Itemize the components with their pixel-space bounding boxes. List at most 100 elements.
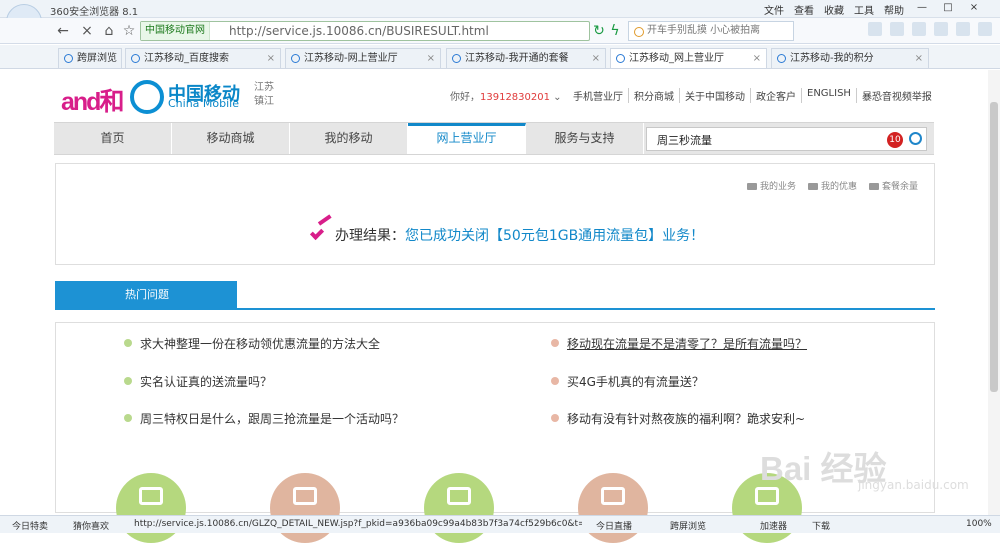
back-icon[interactable]: ← (54, 22, 72, 40)
china-mobile-logo-icon[interactable] (130, 80, 164, 114)
tab-close-icon[interactable]: × (267, 49, 275, 68)
minimize-icon[interactable]: — (914, 2, 930, 17)
screenshot-icon[interactable] (956, 22, 970, 36)
question-link[interactable]: 移动现在流量是不是清零了？是所有流量吗？ (551, 335, 807, 352)
package-balance-link[interactable]: 套餐余量 (868, 179, 918, 192)
question-link[interactable]: 周三特权日是什么，跟周三抢流量是一个活动吗？ (124, 410, 404, 427)
close-icon[interactable]: × (966, 2, 982, 17)
question-link[interactable]: 求大神整理一份在移动领优惠流量的方法大全 (124, 335, 380, 352)
question-link[interactable]: 买4G手机真的有流量送？ (551, 373, 704, 390)
apps-icon[interactable] (868, 22, 882, 36)
zoom-level[interactable]: 100% (966, 519, 992, 529)
tab-close-icon[interactable]: × (592, 49, 600, 68)
english-link[interactable]: ENGLISH (801, 88, 856, 103)
baidu-icon (131, 54, 140, 63)
site-search-input[interactable]: 周三秒流量 10 (646, 127, 927, 151)
nav-mall[interactable]: 移动商城 (172, 123, 290, 154)
nav-home[interactable]: 首页 (54, 123, 172, 154)
translate-icon[interactable] (912, 22, 926, 36)
folder-icon (746, 183, 757, 190)
adblock-icon[interactable] (934, 22, 948, 36)
tab-current-online-hall[interactable]: 江苏移动_网上营业厅 × (610, 48, 767, 68)
browser-titlebar: 360安全浏览器 8.1 文件 查看 收藏 工具 帮助 — □ × (0, 0, 1000, 40)
user-greeting[interactable]: 你好，13912830201 ⌄ (450, 88, 562, 103)
region-selector[interactable]: 江苏 镇江 (254, 81, 274, 109)
tab-close-icon[interactable]: × (753, 49, 761, 68)
green-dot-icon (124, 339, 132, 347)
status-url: http://service.js.10086.cn/GLZQ_DETAIL_N… (134, 519, 582, 529)
points-mall-link[interactable]: 积分商城 (628, 88, 679, 103)
enterprise-link[interactable]: 政企客户 (750, 88, 801, 103)
browser-search-input[interactable]: 开车手别乱摸 小心被拍离 (628, 21, 794, 41)
orange-dot-icon (551, 339, 559, 347)
stop-icon[interactable]: × (78, 22, 96, 40)
header-links: 手机营业厅 积分商城 关于中国移动 政企客户 ENGLISH 暴恐音视频举报 (568, 88, 937, 103)
browser-title: 360安全浏览器 8.1 (50, 7, 139, 18)
question-link[interactable]: 移动有没有针对熬夜族的福利啊？跪求安利~ (551, 410, 805, 427)
nav-my-mobile[interactable]: 我的移动 (290, 123, 408, 154)
my-offers-link[interactable]: 我的优惠 (807, 179, 857, 192)
site-verification-badge[interactable]: 中国移动官网 (141, 22, 210, 40)
lightning-icon[interactable]: ϟ (606, 22, 624, 40)
notification-badge: 10 (887, 132, 903, 148)
nav-online-hall[interactable]: 网上营业厅 (408, 123, 526, 154)
guess-like[interactable]: 猜你喜欢 (73, 519, 109, 532)
home-icon[interactable]: ⌂ (100, 22, 118, 40)
menu-tools[interactable]: 工具 (854, 2, 874, 17)
cross-screen-browse[interactable]: 跨屏浏览 (670, 519, 706, 532)
question-link[interactable]: 实名认证真的送流量吗？ (124, 373, 272, 390)
shield-icon[interactable] (890, 22, 904, 36)
report-link[interactable]: 暴恐音视频举报 (855, 88, 937, 103)
cross-screen-icon (64, 54, 73, 63)
menu-view[interactable]: 查看 (794, 2, 814, 17)
menu-file[interactable]: 文件 (764, 2, 784, 17)
favorite-star-icon[interactable]: ☆ (120, 22, 138, 40)
menu-help[interactable]: 帮助 (884, 2, 904, 17)
checkmark-icon (308, 222, 333, 240)
today-deals[interactable]: 今日特卖 (12, 519, 48, 532)
browser-navigation-bar: ← × ⌂ ☆ 中国移动官网 http://service.js.10086.c… (0, 18, 1000, 44)
phone-number[interactable]: 13912830201 (480, 92, 550, 103)
mobile-hall-link[interactable]: 手机营业厅 (568, 88, 628, 103)
globe-icon (291, 54, 300, 63)
tab-my-packages[interactable]: 江苏移动-我开通的套餐 × (446, 48, 606, 68)
my-business-link[interactable]: 我的业务 (746, 179, 796, 192)
and-logo[interactable]: and和 (61, 82, 124, 118)
browser-menu: 文件 查看 收藏 工具 帮助 — □ × (764, 2, 982, 17)
business-result-message: 办理结果：您已成功关闭【50元包1GB通用流量包】业务！ (308, 222, 704, 245)
hot-questions-tabbar: 热门问题 (55, 281, 935, 310)
service-icons-row (112, 473, 812, 543)
about-link[interactable]: 关于中国移动 (679, 88, 750, 103)
tab-online-hall[interactable]: 江苏移动-网上营业厅 × (285, 48, 441, 68)
green-dot-icon (124, 414, 132, 422)
page-icon (777, 54, 786, 63)
tab-cross-screen[interactable]: 跨屏浏览 (58, 48, 122, 68)
tab-close-icon[interactable]: × (427, 49, 435, 68)
search-icon[interactable] (909, 132, 922, 145)
accelerator[interactable]: 加速器 (760, 519, 787, 532)
orange-dot-icon (551, 377, 559, 385)
drop-icon (868, 183, 879, 190)
chevron-down-icon: ⌄ (550, 92, 562, 103)
download[interactable]: 下载 (812, 519, 830, 532)
restore-icon[interactable]: □ (940, 2, 956, 17)
browser-tabs: 跨屏浏览 江苏移动_百度搜索 × 江苏移动-网上营业厅 × 江苏移动-我开通的套餐 ×… (0, 45, 1000, 69)
tab-my-points[interactable]: 江苏移动-我的积分 × (771, 48, 929, 68)
today-live[interactable]: 今日直播 (596, 519, 632, 532)
address-url[interactable]: http://service.js.10086.cn/BUSIRESULT.ht… (229, 24, 489, 38)
loading-icon (616, 54, 625, 63)
tag-icon (807, 183, 818, 190)
orange-dot-icon (551, 414, 559, 422)
tab-hot-questions[interactable]: 热门问题 (55, 281, 237, 309)
page-icon (452, 54, 461, 63)
vertical-scrollbar[interactable] (988, 70, 1000, 518)
address-bar[interactable]: 中国移动官网 http://service.js.10086.cn/BUSIRE… (140, 21, 590, 41)
scroll-thumb[interactable] (990, 102, 998, 392)
menu-favorites[interactable]: 收藏 (824, 2, 844, 17)
tab-baidu-search[interactable]: 江苏移动_百度搜索 × (125, 48, 281, 68)
tab-close-icon[interactable]: × (915, 49, 923, 68)
green-dot-icon (124, 377, 132, 385)
menu-icon[interactable] (978, 22, 992, 36)
nav-service[interactable]: 服务与支持 (526, 123, 644, 154)
baidu-watermark-url: jingyan.baidu.com (858, 478, 969, 492)
